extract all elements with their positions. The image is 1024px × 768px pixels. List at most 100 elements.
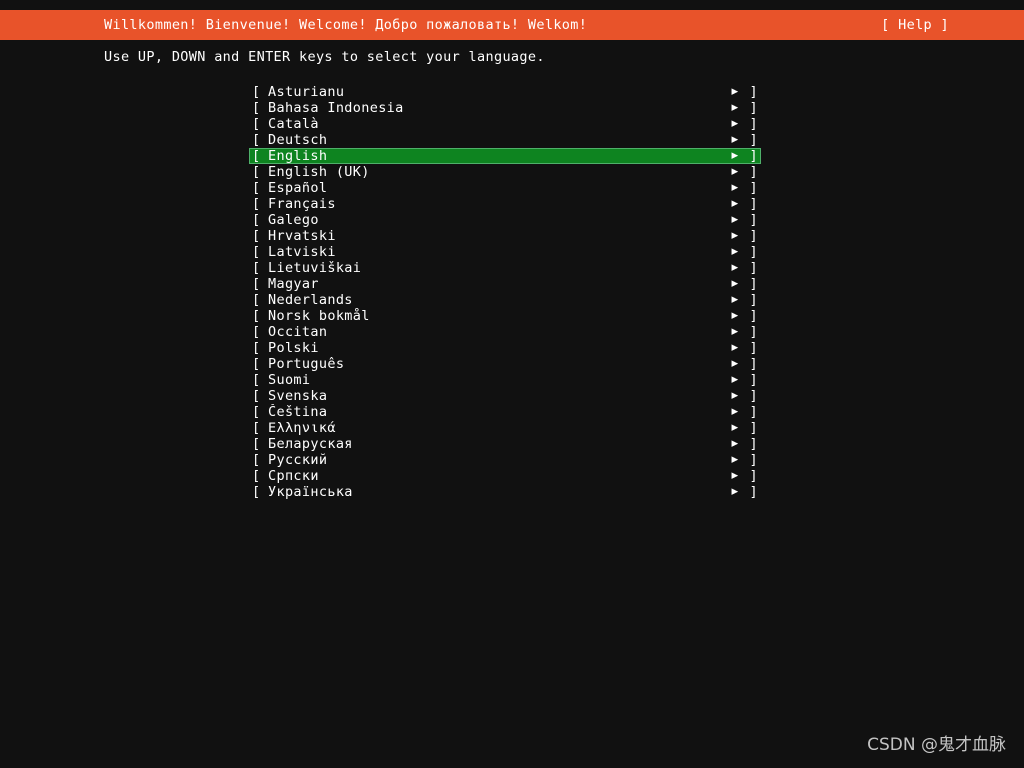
close-bracket: ] [749,276,758,292]
open-bracket: [ [252,452,261,468]
chevron-right-icon: ▶ [731,196,739,210]
watermark: CSDN @鬼才血脉 [867,735,1006,755]
chevron-right-icon: ▶ [731,356,739,370]
language-label: Galego [268,212,319,228]
open-bracket: [ [252,324,261,340]
close-bracket: ] [749,404,758,420]
close-bracket: ] [749,372,758,388]
language-row[interactable]: [Asturianu ▶] [249,84,761,100]
close-bracket: ] [749,468,758,484]
language-label: Magyar [268,276,319,292]
open-bracket: [ [252,212,261,228]
chevron-right-icon: ▶ [731,292,739,306]
chevron-right-icon: ▶ [731,132,739,146]
open-bracket: [ [252,372,261,388]
language-row[interactable]: [Suomi ▶] [249,372,761,388]
language-row[interactable]: [ Português ▶] [249,356,761,372]
language-row[interactable]: [Hrvatski ▶] [249,228,761,244]
language-row[interactable]: [Occitan ▶] [249,324,761,340]
open-bracket: [ [252,180,261,196]
chevron-right-icon: ▶ [731,164,739,178]
chevron-right-icon: ▶ [731,100,739,114]
language-row[interactable]: [Nederlands ▶] [249,292,761,308]
close-bracket: ] [749,356,758,372]
language-label: Беларуская [268,436,353,452]
close-bracket: ] [749,436,758,452]
close-bracket: ] [749,260,758,276]
language-label: Lietuviškai [268,260,362,276]
chevron-right-icon: ▶ [731,116,739,130]
chevron-right-icon: ▶ [731,436,739,450]
language-row[interactable]: [ Українська ▶] [249,484,761,500]
language-label: Asturianu [268,84,345,100]
language-row[interactable]: [ Svenska ▶] [249,388,761,404]
language-row[interactable]: [Galego ▶] [249,212,761,228]
chevron-right-icon: ▶ [731,340,739,354]
language-label: Українська [268,484,353,500]
language-row[interactable]: [Latviski ▶] [249,244,761,260]
language-label: Ελληνικά [268,420,336,436]
language-row[interactable]: [Српски ▶] [249,468,761,484]
language-row[interactable]: [Русский ▶] [249,452,761,468]
language-row[interactable]: [Čeština ▶] [249,404,761,420]
top-spacer [0,0,1024,10]
open-bracket: [ [252,388,261,404]
language-row[interactable]: [Norsk bokmål ▶] [249,308,761,324]
language-label: Português [268,356,345,372]
open-bracket: [ [252,484,261,500]
close-bracket: ] [749,84,758,100]
close-bracket: ] [749,484,758,500]
close-bracket: ] [749,180,758,196]
open-bracket: [ [252,100,261,116]
chevron-right-icon: ▶ [731,260,739,274]
chevron-right-icon: ▶ [731,148,739,162]
language-row[interactable]: [Bahasa Indonesia ▶] [249,100,761,116]
language-list[interactable]: [Asturianu ▶] [Bahasa Indonesia ▶] [Català ▶]… [249,84,761,500]
close-bracket: ] [749,452,758,468]
close-bracket: ] [749,388,758,404]
close-bracket: ] [749,164,758,180]
open-bracket: [ [252,356,261,372]
language-row[interactable]: [Ελληνικά ▶] [249,420,761,436]
open-bracket: [ [252,404,261,420]
language-label: Suomi [268,372,311,388]
language-label: Čeština [268,404,328,420]
language-label: Latviski [268,244,336,260]
language-row[interactable]: [Français ▶] [249,196,761,212]
language-label: Svenska [268,388,328,404]
chevron-right-icon: ▶ [731,212,739,226]
close-bracket: ] [749,340,758,356]
language-row[interactable]: [Magyar ▶] [249,276,761,292]
help-button[interactable]: [ Help ] [881,17,949,33]
language-label: Deutsch [268,132,328,148]
language-row[interactable]: [Español ▶] [249,180,761,196]
open-bracket: [ [252,164,261,180]
open-bracket: [ [252,308,261,324]
language-row[interactable]: [ English (UK) ▶] [249,164,761,180]
chevron-right-icon: ▶ [731,324,739,338]
language-label: Norsk bokmål [268,308,370,324]
open-bracket: [ [252,420,261,436]
language-row[interactable]: [English ▶] [249,148,761,164]
chevron-right-icon: ▶ [731,228,739,242]
welcome-message: Willkommen! Bienvenue! Welcome! Добро по… [104,17,588,33]
language-label: English (UK) [268,164,370,180]
close-bracket: ] [749,228,758,244]
open-bracket: [ [252,132,261,148]
language-label: Русский [268,452,328,468]
chevron-right-icon: ▶ [731,388,739,402]
language-row[interactable]: [ Беларуская ▶] [249,436,761,452]
open-bracket: [ [252,436,261,452]
language-row[interactable]: [Lietuviškai ▶] [249,260,761,276]
language-row[interactable]: [Deutsch ▶] [249,132,761,148]
open-bracket: [ [252,84,261,100]
language-row[interactable]: [Català ▶] [249,116,761,132]
chevron-right-icon: ▶ [731,420,739,434]
close-bracket: ] [749,324,758,340]
open-bracket: [ [252,116,261,132]
chevron-right-icon: ▶ [731,484,739,498]
language-row[interactable]: [Polski ▶] [249,340,761,356]
language-label: Español [268,180,328,196]
open-bracket: [ [252,468,261,484]
chevron-right-icon: ▶ [731,468,739,482]
